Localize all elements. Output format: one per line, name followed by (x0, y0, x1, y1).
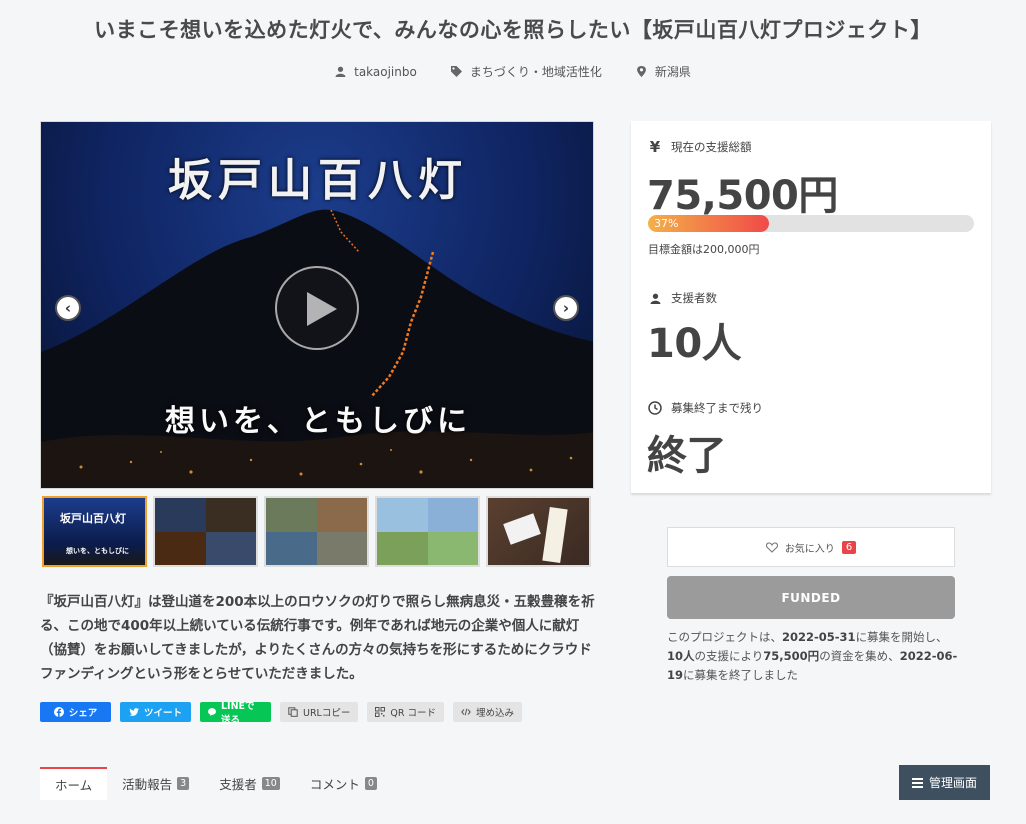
stats-card: ¥ 現在の支援総額 75,500円 37% 目標金額は200,000円 支援者数… (631, 121, 991, 493)
summary-text: に募集を終了しました (683, 668, 799, 682)
project-tabs: ホーム 活動報告 3 支援者 10 コメント 0 (40, 767, 392, 800)
progress-fill: 37% (648, 215, 769, 232)
tab-supporters[interactable]: 支援者 10 (204, 767, 295, 800)
twitter-share-button[interactable]: ツイート (120, 702, 191, 722)
copy-icon (288, 707, 298, 717)
qr-code-button[interactable]: QR コード (367, 702, 444, 722)
heart-icon (765, 541, 778, 553)
yen-icon: ¥ (649, 138, 661, 156)
tab-label: コメント (309, 777, 360, 792)
summary-text: の資金を集め、 (819, 649, 900, 663)
category-meta[interactable]: まちづくり・地域活性化 (450, 63, 602, 80)
photo-collage (155, 498, 256, 565)
page-title: いまこそ想いを込めた灯火で、みんなの心を照らしたい【坂戸山百八灯プロジェクト】 (94, 18, 932, 42)
project-video[interactable]: 坂戸山百八灯 想いを、ともしびに ‹ › (40, 121, 594, 489)
supporters-label-text: 支援者数 (671, 291, 717, 305)
url-copy-button[interactable]: URLコピー (280, 702, 359, 722)
category-name[interactable]: まちづくり・地域活性化 (470, 63, 602, 80)
thumbnail-subtitle: 想いを、ともしびに (66, 546, 129, 555)
favorite-count-badge: 6 (841, 540, 857, 554)
video-subtitle: 想いを、ともしびに (165, 404, 471, 439)
admin-button[interactable]: 管理画面 (899, 765, 990, 800)
thumbnail-title: 坂戸山百八灯 (60, 512, 126, 525)
summary-start-date: 2022-05-31 (782, 630, 856, 644)
chevron-right-icon: › (562, 298, 570, 317)
tab-activity-reports[interactable]: 活動報告 3 (107, 767, 204, 800)
tab-count-badge: 10 (261, 777, 280, 790)
card-image (542, 507, 568, 563)
facebook-share-button[interactable]: シェア (40, 702, 111, 722)
line-share-button[interactable]: LINEで送る (200, 701, 271, 726)
location-name[interactable]: 新潟県 (655, 63, 691, 80)
tab-count-badge: 3 (177, 777, 190, 790)
line-share-label: LINEで送る (221, 701, 255, 726)
owner-name[interactable]: takaojinbo (354, 65, 417, 79)
favorite-label: お気に入り (784, 543, 835, 555)
supporters-label: 支援者数 (648, 290, 717, 306)
remaining-value: 終了 (647, 433, 727, 479)
tab-label: 活動報告 (122, 777, 173, 792)
funded-button[interactable]: FUNDED (667, 576, 955, 619)
tab-comments[interactable]: コメント 0 (295, 767, 392, 800)
play-button[interactable] (275, 266, 359, 350)
summary-text: に募集を開始し、 (855, 630, 948, 644)
remaining-label-text: 募集終了まで残り (671, 401, 763, 415)
summary-supporters: 10人 (667, 649, 695, 663)
facebook-share-label: シェア (68, 708, 98, 719)
favorite-button[interactable]: お気に入り 6 (667, 527, 955, 567)
embed-button[interactable]: 埋め込み (452, 702, 522, 722)
project-description: 『坂戸山百八灯』は登山道を200本以上のロウソクの灯りで照らし無病息災・五穀豊穣… (40, 594, 595, 682)
clock-icon (648, 401, 662, 415)
summary-text: の支援により (694, 649, 764, 663)
target-amount: 目標金額は200,000円 (648, 243, 760, 256)
share-buttons: シェア ツイート LINEで送る URLコピー QR コード 埋め込み (40, 701, 522, 726)
qr-code-icon (375, 707, 386, 717)
embed-label: 埋め込み (475, 708, 514, 719)
video-title: 坂戸山百八灯 (168, 155, 468, 206)
summary-amount: 75,500円 (763, 649, 820, 663)
map-marker-icon (636, 66, 646, 77)
amount-label: ¥ 現在の支援総額 (648, 138, 752, 156)
thumbnail-1[interactable]: 坂戸山百八灯 想いを、ともしびに (42, 496, 147, 567)
facebook-icon (53, 707, 64, 717)
tag-icon (450, 66, 462, 77)
project-summary: このプロジェクトは、2022-05-31に募集を開始し、 10人の支援により75,… (667, 628, 959, 685)
remaining-label: 募集終了まで残り (648, 400, 763, 416)
thumbnail-4[interactable] (375, 496, 480, 567)
amount-value: 75,500円 (647, 173, 838, 219)
owner-meta[interactable]: takaojinbo (335, 63, 417, 80)
amount-label-text: 現在の支援総額 (671, 140, 752, 154)
tab-home[interactable]: ホーム (40, 767, 108, 800)
thumbnail-strip: 坂戸山百八灯 想いを、ともしびに (42, 496, 591, 567)
card-image (503, 513, 541, 545)
tab-label: ホーム (55, 778, 93, 793)
supporters-value: 10人 (647, 321, 742, 367)
photo-collage (377, 498, 478, 565)
line-icon (208, 708, 216, 716)
tab-label: 支援者 (219, 777, 257, 792)
twitter-icon (129, 708, 139, 716)
qr-code-label: QR コード (390, 708, 436, 719)
user-icon (335, 66, 346, 77)
thumbnail-2[interactable] (153, 496, 258, 567)
next-slide-button[interactable]: › (553, 295, 579, 321)
user-icon (648, 291, 662, 305)
funding-progress-bar: 37% (648, 215, 974, 232)
prev-slide-button[interactable]: ‹ (55, 295, 81, 321)
chevron-left-icon: ‹ (64, 298, 72, 317)
location-meta[interactable]: 新潟県 (636, 63, 691, 80)
project-meta: takaojinbo まちづくり・地域活性化 新潟県 (0, 63, 1026, 80)
summary-text: このプロジェクトは、 (667, 630, 782, 644)
thumbnail-3[interactable] (264, 496, 369, 567)
tab-count-badge: 0 (364, 777, 377, 790)
thumbnail-5[interactable] (486, 496, 591, 567)
admin-label: 管理画面 (928, 776, 977, 790)
twitter-share-label: ツイート (143, 708, 182, 719)
url-copy-label: URLコピー (303, 708, 351, 719)
menu-icon (911, 777, 923, 788)
photo-collage (266, 498, 367, 565)
code-icon (461, 708, 471, 716)
